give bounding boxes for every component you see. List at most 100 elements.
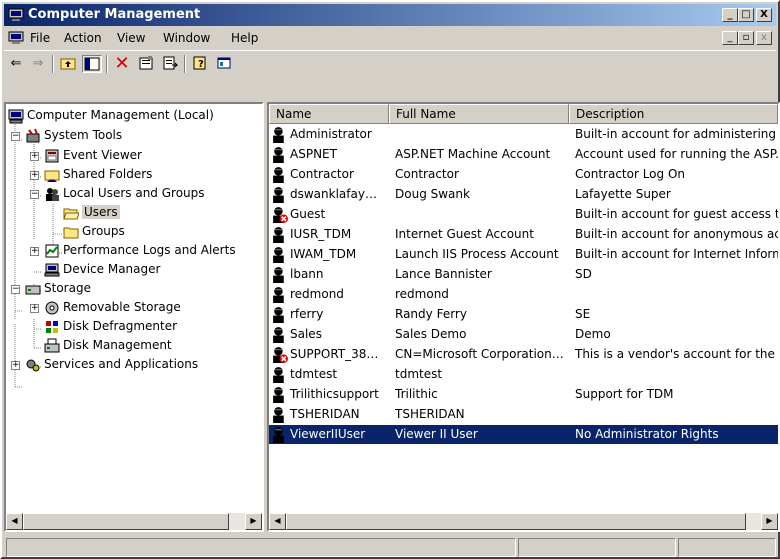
- cell-name: SUPPORT_38…: [290, 347, 379, 361]
- scroll-left-arrow-icon[interactable]: ◀: [6, 513, 23, 530]
- tree-node-local-users-and-groups[interactable]: Local Users and Groups: [44, 184, 205, 202]
- child-close-button[interactable]: x: [756, 31, 772, 45]
- close-button[interactable]: X: [756, 8, 772, 22]
- tree-node-label: Groups: [82, 224, 125, 238]
- child-minimize-button[interactable]: _: [722, 31, 738, 45]
- export-list-icon[interactable]: [160, 55, 180, 73]
- back-arrow-icon[interactable]: ⇐: [6, 55, 26, 73]
- menu-view[interactable]: View: [117, 31, 145, 45]
- tree-node-device-manager[interactable]: Device Manager: [44, 260, 160, 278]
- storage-icon: [25, 285, 41, 294]
- tree-node-event-viewer[interactable]: Event Viewer: [44, 146, 142, 164]
- cell-name: Trilithicsupport: [290, 387, 379, 401]
- cell-full-name: Internet Guest Account: [395, 227, 534, 241]
- scroll-left-arrow-icon[interactable]: ◀: [269, 513, 286, 530]
- column-header-name[interactable]: Name: [269, 104, 389, 124]
- expand-event-viewer[interactable]: +: [30, 152, 39, 161]
- table-row[interactable]: Sales Sales Demo Demo: [269, 325, 778, 344]
- user-icon: [273, 287, 284, 303]
- cell-description: Support for TDM: [575, 387, 674, 401]
- user-icon: [273, 167, 284, 183]
- show-hide-tree-icon[interactable]: [82, 55, 102, 73]
- expand-removable-storage[interactable]: +: [30, 304, 39, 313]
- menu-file[interactable]: File: [30, 31, 50, 45]
- tree-node-storage[interactable]: Storage: [25, 279, 91, 297]
- column-header-description[interactable]: Description: [569, 104, 778, 124]
- collapse-system-tools[interactable]: −: [11, 132, 20, 141]
- tree-node-label: Disk Management: [63, 338, 172, 352]
- tree-node-label: Storage: [44, 281, 91, 295]
- table-row[interactable]: redmond redmond: [269, 285, 778, 304]
- scroll-thumb[interactable]: [23, 513, 229, 530]
- menu-action[interactable]: Action: [64, 31, 102, 45]
- menu-bar: File Action View Window Help _ ▫ x: [4, 28, 776, 48]
- tree-node-computer-management[interactable]: Computer Management (Local): [8, 106, 214, 124]
- child-restore-button[interactable]: ▫: [738, 31, 754, 45]
- disabled-user-icon: [273, 347, 288, 363]
- tree-node-services-and-applications[interactable]: Services and Applications: [25, 355, 198, 373]
- forward-arrow-icon[interactable]: ⇒: [28, 55, 48, 73]
- user-icon: [273, 267, 284, 283]
- scroll-right-arrow-icon[interactable]: ▶: [245, 513, 262, 530]
- tree-node-disk-defragmenter[interactable]: Disk Defragmenter: [44, 317, 177, 335]
- table-row[interactable]: Contractor Contractor Contractor Log On: [269, 165, 778, 184]
- tree-node-removable-storage[interactable]: Removable Storage: [44, 298, 181, 316]
- system-menu-icon[interactable]: [8, 30, 24, 46]
- properties-icon[interactable]: [136, 55, 156, 73]
- table-row[interactable]: SUPPORT_38… CN=Microsoft Corporation… This…: [269, 345, 778, 364]
- table-row[interactable]: rferry Randy Ferry SE: [269, 305, 778, 324]
- mmc-icon[interactable]: [214, 55, 234, 73]
- table-row[interactable]: Trilithicsupport Trilithic Support for TDM: [269, 385, 778, 404]
- expand-shared-folders[interactable]: +: [30, 171, 39, 180]
- table-row[interactable]: tdmtest tdmtest: [269, 365, 778, 384]
- scroll-right-arrow-icon[interactable]: ▶: [761, 513, 778, 530]
- menu-help[interactable]: Help: [231, 31, 258, 45]
- help-icon[interactable]: ?: [190, 55, 210, 73]
- expand-performance-logs[interactable]: +: [30, 247, 39, 256]
- cell-description: No Administrator Rights: [575, 427, 719, 441]
- cell-full-name: ASP.NET Machine Account: [395, 147, 551, 161]
- cell-description: Account used for running the ASP.I: [575, 147, 778, 161]
- tree-node-label: Event Viewer: [63, 148, 142, 162]
- tree-node-system-tools[interactable]: System Tools: [25, 126, 122, 144]
- table-row[interactable]: Guest Built-in account for guest access t…: [269, 205, 778, 224]
- collapse-local-users-and-groups[interactable]: −: [30, 190, 39, 199]
- user-icon: [273, 307, 284, 323]
- minimize-button[interactable]: _: [722, 8, 738, 22]
- scroll-thumb[interactable]: [286, 513, 746, 530]
- cell-full-name: Trilithic: [395, 387, 438, 401]
- column-header-full-name[interactable]: Full Name: [389, 104, 569, 124]
- expand-services-and-applications[interactable]: +: [11, 361, 20, 370]
- table-row[interactable]: IWAM_TDM Launch IIS Process Account Built-…: [269, 245, 778, 264]
- delete-icon[interactable]: ✕: [112, 55, 132, 73]
- list-horizontal-scrollbar[interactable]: ◀ ▶: [269, 513, 778, 530]
- cell-description: SE: [575, 307, 591, 321]
- user-list-pane: Name Full Name Description Administrator…: [267, 102, 780, 532]
- tree-horizontal-scrollbar[interactable]: ◀ ▶: [6, 513, 262, 530]
- cell-description: This is a vendor's account for the H: [575, 347, 778, 361]
- table-row[interactable]: Administrator Built-in account for admini…: [269, 125, 778, 144]
- table-row[interactable]: dswanklafay… Doug Swank Lafayette Super: [269, 185, 778, 204]
- table-row[interactable]: ViewerIIUser Viewer II User No Administrat…: [269, 425, 778, 444]
- users-groups-icon: [46, 187, 59, 201]
- table-row[interactable]: lbann Lance Bannister SD: [269, 265, 778, 284]
- folder-open-icon: [63, 208, 79, 219]
- tree-node-groups[interactable]: Groups: [63, 222, 125, 240]
- table-row[interactable]: IUSR_TDM Internet Guest Account Built-in a…: [269, 225, 778, 244]
- tree-node-performance-logs[interactable]: Performance Logs and Alerts: [44, 241, 236, 259]
- tree-node-label: Users: [82, 205, 120, 219]
- status-bar-panel: [518, 538, 676, 557]
- table-row[interactable]: ASPNET ASP.NET Machine Account Account use…: [269, 145, 778, 164]
- cell-name: ASPNET: [290, 147, 337, 161]
- cell-full-name: tdmtest: [395, 367, 443, 381]
- tree-node-users[interactable]: Users: [63, 203, 120, 221]
- menu-window[interactable]: Window: [163, 31, 210, 45]
- tree-node-shared-folders[interactable]: Shared Folders: [44, 165, 152, 183]
- tree-node-disk-management[interactable]: Disk Management: [44, 336, 172, 354]
- up-level-icon[interactable]: [58, 55, 78, 73]
- toolbar-separator: [106, 55, 108, 73]
- collapse-storage[interactable]: −: [11, 285, 20, 294]
- title-bar[interactable]: Computer Management _ □ X: [4, 4, 776, 26]
- table-row[interactable]: TSHERIDAN TSHERIDAN: [269, 405, 778, 424]
- maximize-button[interactable]: □: [738, 8, 754, 22]
